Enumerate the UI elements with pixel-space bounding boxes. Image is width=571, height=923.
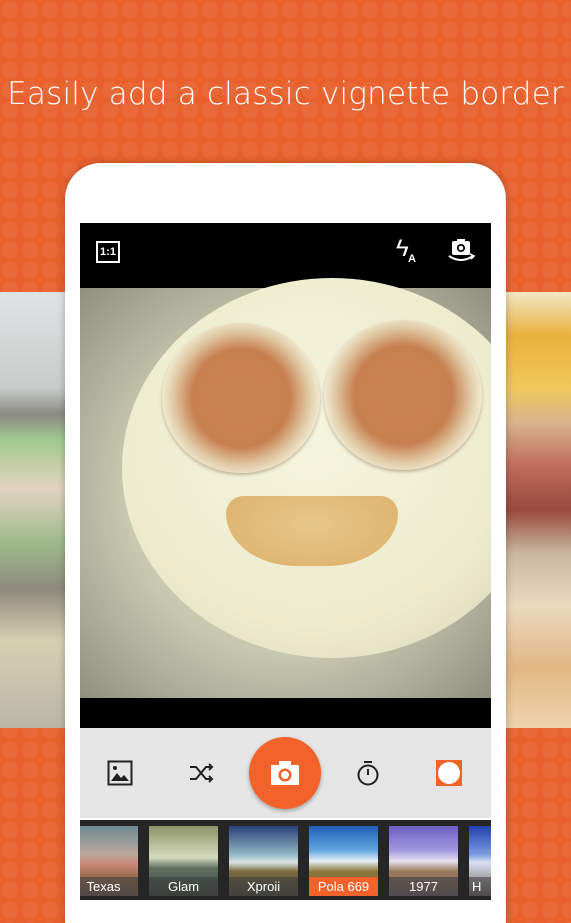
- filter-label: Texas: [80, 877, 138, 896]
- pancake-right: [324, 320, 482, 470]
- flash-icon: ϟ: [396, 235, 409, 262]
- filter-label: Xproii: [229, 877, 298, 896]
- headline: Easily add a classic vignette border: [7, 76, 564, 112]
- camera-shutter-icon: [271, 761, 299, 785]
- filter-texas[interactable]: Texas: [80, 826, 138, 896]
- vignette-border-icon[interactable]: [436, 760, 462, 786]
- filter-glam[interactable]: Glam: [149, 826, 218, 896]
- side-photo-left: [0, 292, 65, 728]
- filter-xproii[interactable]: Xproii: [229, 826, 298, 896]
- side-photo-right: [506, 292, 571, 728]
- flash-auto-button[interactable]: ϟA: [396, 235, 416, 265]
- shuffle-icon[interactable]: [189, 760, 215, 786]
- camera-controls: [80, 728, 491, 818]
- filter-pola-669[interactable]: Pola 669: [309, 826, 378, 896]
- filter-label: Glam: [149, 877, 218, 896]
- filter-label: 1977: [389, 877, 458, 896]
- flash-mode-label: A: [408, 253, 416, 265]
- filter-label: H: [469, 877, 491, 896]
- filter-label: Pola 669: [309, 877, 378, 896]
- aspect-ratio-button[interactable]: 1:1: [96, 241, 120, 263]
- preview-bottom-bar: [80, 698, 491, 728]
- camera-top-bar: 1:1 ϟA: [80, 223, 491, 288]
- switch-camera-icon[interactable]: [446, 237, 476, 265]
- pancake-left: [162, 323, 320, 473]
- camera-preview[interactable]: [80, 278, 491, 698]
- filter-1977[interactable]: 1977: [389, 826, 458, 896]
- shutter-button[interactable]: [249, 737, 321, 809]
- camera-screen: 1:1 ϟA Texas Glam Xproii Pola 669 1977 H: [80, 223, 491, 900]
- filter-h[interactable]: H: [469, 826, 491, 896]
- gallery-icon[interactable]: [107, 760, 133, 786]
- timer-icon[interactable]: [355, 760, 381, 786]
- aspect-ratio-label: 1:1: [100, 246, 116, 258]
- filter-strip: Texas Glam Xproii Pola 669 1977 H: [80, 818, 491, 900]
